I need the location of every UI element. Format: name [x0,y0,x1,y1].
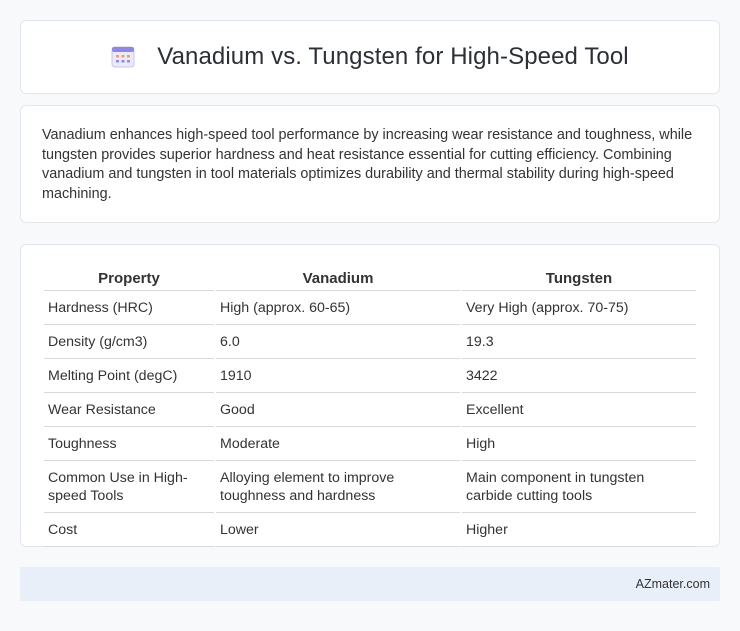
row-tungsten: Very High (approx. 70-75) [462,291,696,325]
row-tungsten: Main component in tungsten carbide cutti… [462,461,696,513]
row-property: Density (g/cm3) [44,325,214,359]
page-title: Vanadium vs. Tungsten for High-Speed Too… [157,43,629,70]
row-property: Cost [44,513,214,547]
row-tungsten: Higher [462,513,696,547]
row-vanadium: 6.0 [216,325,460,359]
row-property: Melting Point (degC) [44,359,214,393]
row-property: Wear Resistance [44,393,214,427]
calendar-icon [111,46,135,68]
row-tungsten: 19.3 [462,325,696,359]
row-vanadium: Alloying element to improve toughness an… [216,461,460,513]
row-tungsten: Excellent [462,393,696,427]
intro-card: Vanadium enhances high-speed tool perfor… [20,105,720,223]
row-tungsten: 3422 [462,359,696,393]
row-property: Toughness [44,427,214,461]
table-row: Cost Lower Higher [44,513,696,547]
intro-paragraph: Vanadium enhances high-speed tool perfor… [42,127,693,202]
row-vanadium: Good [216,393,460,427]
row-vanadium: Moderate [216,427,460,461]
row-vanadium: Lower [216,513,460,547]
comparison-table: Property Vanadium Tungsten Hardness (HRC… [42,265,698,547]
header-property: Property [44,265,214,291]
table-row: Common Use in High-speed Tools Alloying … [44,461,696,513]
table-header-row: Property Vanadium Tungsten [44,265,696,291]
row-property: Hardness (HRC) [44,291,214,325]
footer-credit: AZmater.com [635,577,710,591]
title-wrap: Vanadium vs. Tungsten for High-Speed Too… [111,43,629,71]
footer-bar: AZmater.com [20,567,720,601]
table-row: Toughness Moderate High [44,427,696,461]
table-row: Density (g/cm3) 6.0 19.3 [44,325,696,359]
row-property: Common Use in High-speed Tools [44,461,214,513]
row-vanadium: High (approx. 60-65) [216,291,460,325]
table-row: Wear Resistance Good Excellent [44,393,696,427]
row-vanadium: 1910 [216,359,460,393]
comparison-card: Property Vanadium Tungsten Hardness (HRC… [20,244,720,547]
row-tungsten: High [462,427,696,461]
title-card: Vanadium vs. Tungsten for High-Speed Too… [20,20,720,94]
header-vanadium: Vanadium [216,265,460,291]
header-tungsten: Tungsten [462,265,696,291]
table-row: Hardness (HRC) High (approx. 60-65) Very… [44,291,696,325]
table-row: Melting Point (degC) 1910 3422 [44,359,696,393]
